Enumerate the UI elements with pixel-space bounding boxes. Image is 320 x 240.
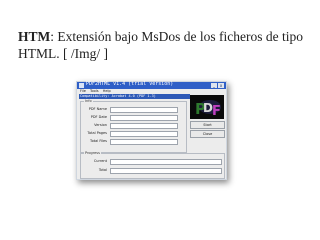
menu-help[interactable]: Help: [103, 89, 111, 93]
progress-row-total: Total: [81, 168, 222, 174]
total-files-field[interactable]: [110, 139, 178, 145]
total-pages-field[interactable]: [110, 131, 178, 137]
version-label: Version: [94, 123, 107, 127]
app-icon: [79, 83, 84, 88]
pdf-date-field[interactable]: [110, 115, 178, 121]
window-title: PDF2HTML v1.4 (trial version): [86, 81, 174, 87]
menu-file[interactable]: File: [80, 89, 86, 93]
caption-text: : Extensión bajo MsDos de los ficheros d…: [18, 29, 303, 61]
total-label: Total: [98, 168, 107, 172]
info-group: Info PDF Name PDF Date Version Total Pag…: [80, 99, 187, 153]
current-progress-bar: [110, 159, 222, 165]
info-row-pdf-date: PDF Date: [81, 115, 186, 121]
info-row-total-files: Total Files: [81, 139, 186, 145]
caption-bold-term: HTM: [18, 29, 51, 44]
total-pages-label: Total Pages: [87, 131, 107, 135]
app-window: PDF2HTML v1.4 (trial version) _ x File T…: [76, 81, 227, 180]
slide-caption: HTM: Extensión bajo MsDos de los fichero…: [18, 28, 308, 62]
version-field[interactable]: [110, 123, 178, 129]
progress-row-current: Current: [81, 159, 222, 165]
total-progress-bar: [110, 168, 222, 174]
menu-tools[interactable]: Tools: [90, 89, 99, 93]
info-row-total-pages: Total Pages: [81, 131, 186, 137]
pdf-name-field[interactable]: [110, 107, 178, 113]
progress-group-title: Progress: [84, 151, 101, 155]
info-row-pdf-name: PDF Name: [81, 107, 186, 113]
svg-text:F: F: [212, 104, 221, 119]
pdf-name-label: PDF Name: [88, 107, 107, 111]
compatibility-header: Compatibility: Acrobat 4.0 (PDF 1.3): [79, 94, 190, 99]
progress-group: Progress Current Total: [80, 151, 225, 179]
close-app-button[interactable]: Close: [190, 130, 225, 138]
info-group-title: Info: [84, 99, 93, 103]
close-button[interactable]: x: [218, 83, 224, 88]
minimize-button[interactable]: _: [211, 83, 217, 88]
pdf-logo-image: P D F: [190, 95, 224, 119]
start-button[interactable]: Start: [190, 121, 225, 129]
info-row-version: Version: [81, 123, 186, 129]
current-label: Current: [93, 159, 107, 163]
title-bar[interactable]: PDF2HTML v1.4 (trial version) _ x: [77, 81, 226, 89]
pdf-date-label: PDF Date: [90, 115, 107, 119]
total-files-label: Total Files: [90, 139, 107, 143]
